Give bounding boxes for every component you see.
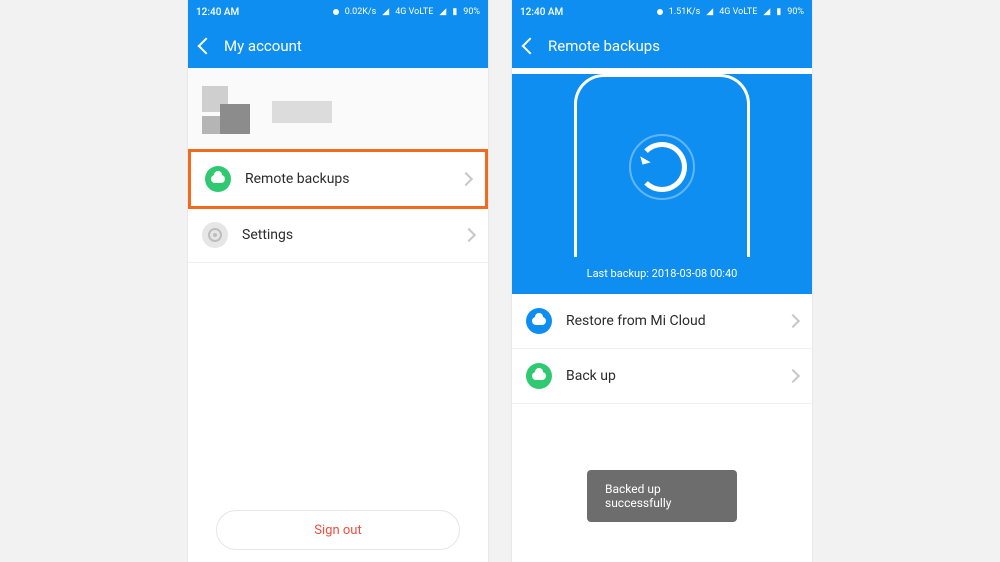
signal-icon: ◢: [763, 7, 770, 17]
sign-out-button[interactable]: Sign out: [216, 510, 460, 550]
status-net: 4G VoLTE: [719, 7, 757, 17]
back-icon[interactable]: [198, 38, 215, 55]
app-bar: Remote backups: [512, 24, 812, 68]
row-settings[interactable]: Settings: [188, 208, 488, 263]
row-remote-backups[interactable]: Remote backups: [191, 152, 485, 206]
row-backup[interactable]: Back up: [512, 349, 812, 404]
menu-list: Restore from Mi Cloud Back up: [512, 294, 812, 404]
status-dot-icon: [333, 9, 339, 15]
avatar: [202, 86, 254, 138]
status-time: 12:40 AM: [520, 7, 563, 18]
pixelated-name: [272, 101, 332, 123]
gear-icon: [202, 222, 228, 248]
chevron-right-icon: [462, 228, 476, 242]
back-icon[interactable]: [522, 38, 539, 55]
signal-icon: ◢: [382, 7, 389, 17]
page-title: Remote backups: [548, 37, 660, 55]
cloud-icon: [205, 166, 231, 192]
row-label: Restore from Mi Cloud: [566, 313, 706, 329]
menu-list: Remote backups Settings: [188, 149, 488, 263]
status-dot-icon: [657, 9, 663, 15]
row-restore[interactable]: Restore from Mi Cloud: [512, 294, 812, 349]
battery-icon: ▮: [452, 7, 457, 17]
backup-ring-icon: [629, 134, 695, 200]
status-battery: 90%: [787, 7, 804, 17]
signal-icon: ◢: [706, 7, 713, 17]
battery-icon: ▮: [776, 7, 781, 17]
chevron-right-icon: [786, 369, 800, 383]
page-title: My account: [224, 37, 302, 55]
last-backup-text: Last backup: 2018-03-08 00:40: [512, 267, 812, 280]
profile-header[interactable]: [188, 68, 488, 150]
status-bar: 12:40 AM 1.51K/s ◢ 4G VoLTE ◢ ▮ 90%: [512, 0, 812, 24]
status-speed: 0.02K/s: [345, 7, 377, 17]
row-label: Remote backups: [245, 171, 350, 187]
phone-remote-backups: 12:40 AM 1.51K/s ◢ 4G VoLTE ◢ ▮ 90% Remo…: [512, 0, 812, 562]
phone-my-account: 12:40 AM 0.02K/s ◢ 4G VoLTE ◢ ▮ 90% My a…: [188, 0, 488, 562]
hero-area: Last backup: 2018-03-08 00:40: [512, 74, 812, 294]
chevron-right-icon: [786, 314, 800, 328]
row-label: Back up: [566, 368, 616, 384]
status-time: 12:40 AM: [196, 7, 239, 18]
phone-outline-icon: [574, 74, 750, 257]
toast: Backed up successfully: [587, 470, 737, 522]
signal-icon: ◢: [439, 7, 446, 17]
status-bar: 12:40 AM 0.02K/s ◢ 4G VoLTE ◢ ▮ 90%: [188, 0, 488, 24]
status-speed: 1.51K/s: [669, 7, 701, 17]
chevron-right-icon: [459, 172, 473, 186]
cloud-download-icon: [526, 308, 552, 334]
app-bar: My account: [188, 24, 488, 68]
row-label: Settings: [242, 227, 293, 243]
cloud-upload-icon: [526, 363, 552, 389]
highlight-box: Remote backups: [188, 149, 488, 209]
status-net: 4G VoLTE: [395, 7, 433, 17]
status-battery: 90%: [463, 7, 480, 17]
